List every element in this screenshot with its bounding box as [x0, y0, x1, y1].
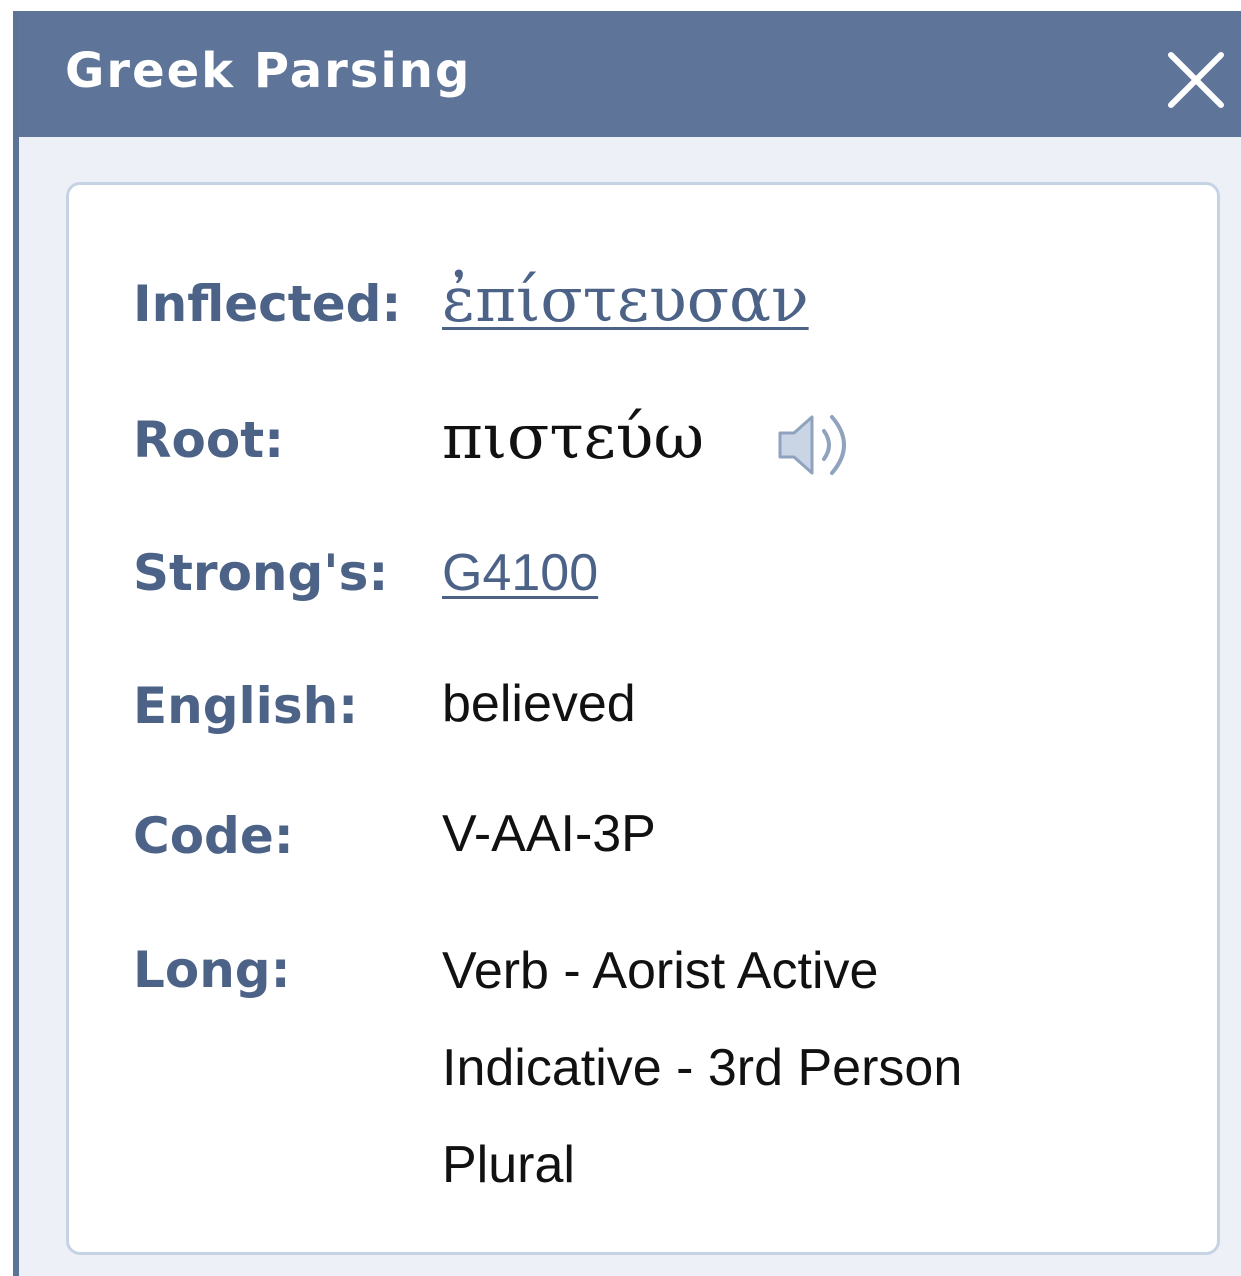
- speaker-icon[interactable]: [774, 407, 870, 483]
- parsing-card: Inflected: ἐπίστευσαν Root: πιστεύω Stro…: [66, 182, 1220, 1255]
- code-label: Code:: [133, 807, 294, 865]
- greek-parsing-dialog: Greek Parsing Inflected: ἐπίστευσαν Root…: [13, 11, 1241, 1276]
- inflected-label: Inflected:: [133, 275, 402, 333]
- strongs-link[interactable]: G4100: [442, 541, 598, 605]
- root-label: Root:: [133, 411, 285, 469]
- inflected-link[interactable]: ἐπίστευσαν: [442, 262, 809, 338]
- close-icon[interactable]: [1165, 49, 1227, 111]
- english-label: English:: [133, 677, 359, 735]
- english-value: believed: [442, 675, 636, 733]
- long-label: Long:: [133, 941, 291, 999]
- strongs-label: Strong's:: [133, 544, 389, 602]
- dialog-titlebar: Greek Parsing: [19, 11, 1241, 137]
- dialog-title: Greek Parsing: [65, 43, 472, 99]
- code-value: V-AAI-3P: [442, 805, 656, 863]
- long-value: Verb - Aorist Active Indicative - 3rd Pe…: [442, 942, 963, 1194]
- root-value: πιστεύω: [442, 400, 705, 473]
